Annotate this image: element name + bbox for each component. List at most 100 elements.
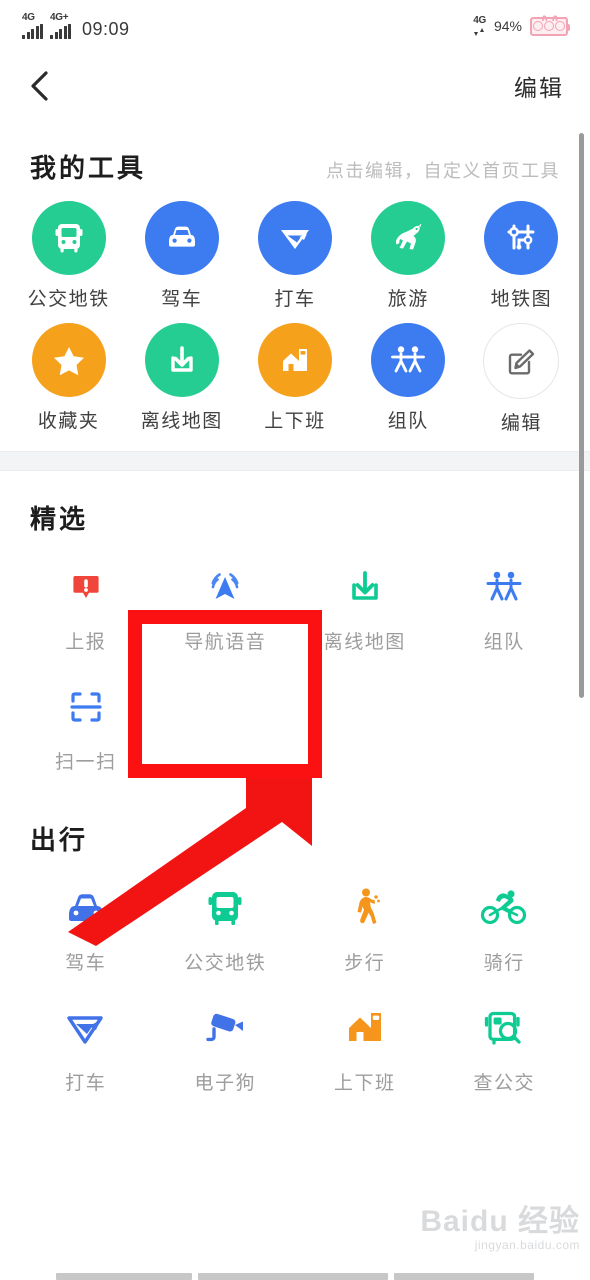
tool-label: 收藏夹 <box>37 411 100 432</box>
watermark: Baidu 经验 jingyan.baidu.com <box>420 1196 580 1252</box>
tool-taxi[interactable]: 打车 <box>238 201 351 311</box>
travel-speed-camera[interactable]: 电子狗 <box>156 997 296 1095</box>
download-icon <box>334 556 396 618</box>
commute-icon <box>257 323 332 397</box>
featured-navigation-voice[interactable]: 导航语音 <box>156 556 296 654</box>
battery-icon <box>530 14 570 36</box>
travel-section: 出行 驾车 公交地铁 步行 骑行 打车 电子狗 上下班 查公交 <box>0 792 590 1113</box>
featured-section: 精选 上报 导航语音 离线地图 组队 扫一扫 <box>0 471 590 792</box>
featured-offline-map[interactable]: 离线地图 <box>295 556 435 654</box>
section-divider <box>0 451 590 471</box>
commute-icon <box>334 997 396 1059</box>
signal-bars-icon <box>22 24 43 39</box>
sim2-signal: 4G+ <box>50 13 71 39</box>
featured-report[interactable]: 上报 <box>16 556 156 654</box>
android-nav-hint <box>0 1264 590 1280</box>
featured-team[interactable]: 组队 <box>435 556 575 654</box>
travel-header: 出行 <box>0 792 590 867</box>
travel-bus-metro[interactable]: 公交地铁 <box>156 877 296 975</box>
data-updown-icon <box>474 27 485 36</box>
my-tools-grid: 公交地铁 驾车 打车 旅游 地铁图 收藏夹 离线地图 上下班 组队 编辑 <box>0 195 590 445</box>
travel-walk[interactable]: 步行 <box>295 877 435 975</box>
tile-label: 查公交 <box>473 1073 535 1094</box>
tool-commute[interactable]: 上下班 <box>238 323 351 435</box>
car-icon <box>144 201 219 275</box>
download-icon <box>144 323 219 397</box>
my-tools-header: 我的工具 点击编辑，自定义首页工具 <box>0 120 590 195</box>
tile-label: 电子狗 <box>194 1073 256 1094</box>
scrollbar[interactable] <box>579 133 584 1243</box>
taxi-icon <box>257 201 332 275</box>
status-bar-right: 4G 94% <box>473 14 570 37</box>
tile-label: 步行 <box>344 953 386 974</box>
tool-bus-metro[interactable]: 公交地铁 <box>12 201 125 311</box>
team-icon <box>371 323 446 397</box>
tool-label: 上下班 <box>264 411 326 432</box>
back-button[interactable] <box>26 69 54 103</box>
tool-offline-map[interactable]: 离线地图 <box>125 323 238 435</box>
scrollbar-thumb[interactable] <box>579 133 584 698</box>
travel-grid: 驾车 公交地铁 步行 骑行 打车 电子狗 上下班 查公交 <box>0 867 590 1107</box>
tool-label: 组队 <box>387 411 429 432</box>
tile-label: 上报 <box>65 632 107 653</box>
featured-header: 精选 <box>0 471 590 546</box>
travel-bike[interactable]: 骑行 <box>435 877 575 975</box>
travel-commute[interactable]: 上下班 <box>295 997 435 1095</box>
sim1-signal: 4G <box>22 13 43 39</box>
travel-taxi[interactable]: 打车 <box>16 997 156 1095</box>
metro-map-icon <box>484 201 559 275</box>
featured-title: 精选 <box>30 504 89 534</box>
bike-icon <box>473 877 535 939</box>
tile-label: 骑行 <box>483 953 525 974</box>
watermark-sub: jingyan.baidu.com <box>474 1238 580 1252</box>
tool-label: 打车 <box>274 289 316 310</box>
bus-icon <box>31 201 106 275</box>
travel-title: 出行 <box>30 825 89 855</box>
tile-label: 打车 <box>65 1073 107 1094</box>
chevron-left-icon <box>31 71 48 101</box>
battery-ears-decor <box>542 14 558 21</box>
data-network-label: 4G <box>473 14 486 26</box>
sim2-network-label: 4G+ <box>50 12 69 23</box>
tool-travel[interactable]: 旅游 <box>352 201 465 311</box>
team-icon <box>473 556 535 618</box>
tile-label: 上下班 <box>333 1073 396 1094</box>
watermark-main: Baidu 经验 <box>420 1205 580 1238</box>
scroll-container[interactable]: 我的工具 点击编辑，自定义首页工具 公交地铁 驾车 打车 旅游 地铁图 收藏夹 … <box>0 120 590 1113</box>
sim1-network-label: 4G <box>22 12 35 23</box>
star-icon <box>31 323 106 397</box>
battery-percent-label: 94% <box>493 18 522 34</box>
nav-hint-back[interactable] <box>56 1273 192 1280</box>
status-bar-left: 4G 4G+ 09:09 <box>22 13 130 39</box>
tool-team[interactable]: 组队 <box>352 323 465 435</box>
tool-metro-map[interactable]: 地铁图 <box>465 201 578 311</box>
nav-hint-home[interactable] <box>198 1273 388 1280</box>
tool-label: 旅游 <box>387 289 429 310</box>
travel-drive[interactable]: 驾车 <box>16 877 156 975</box>
tool-label: 编辑 <box>500 413 542 434</box>
tile-label: 离线地图 <box>323 632 406 653</box>
tool-drive[interactable]: 驾车 <box>125 201 238 311</box>
data-network-indicator: 4G <box>473 14 486 37</box>
car-icon <box>55 877 117 939</box>
featured-scan[interactable]: 扫一扫 <box>16 676 156 774</box>
horse-icon <box>371 201 446 275</box>
navigation-voice-icon <box>194 556 256 618</box>
tool-edit[interactable]: 编辑 <box>465 323 578 435</box>
travel-bus-search[interactable]: 查公交 <box>435 997 575 1095</box>
report-alert-icon <box>55 556 117 618</box>
tool-label: 公交地铁 <box>27 289 110 310</box>
tool-favorites[interactable]: 收藏夹 <box>12 323 125 435</box>
featured-grid: 上报 导航语音 离线地图 组队 扫一扫 <box>0 546 590 786</box>
signal-bars-icon <box>50 24 71 39</box>
tool-label: 离线地图 <box>140 411 223 432</box>
bus-icon <box>194 877 256 939</box>
edit-pencil-icon <box>483 323 560 399</box>
status-bar: 4G 4G+ 09:09 4G 94% <box>0 0 590 52</box>
nav-hint-recents[interactable] <box>394 1273 534 1280</box>
top-nav-bar: 编辑 <box>0 52 590 120</box>
my-tools-title: 我的工具 <box>30 153 147 183</box>
tile-label: 扫一扫 <box>54 752 117 773</box>
tool-label: 地铁图 <box>490 289 553 310</box>
edit-button[interactable]: 编辑 <box>514 69 564 103</box>
